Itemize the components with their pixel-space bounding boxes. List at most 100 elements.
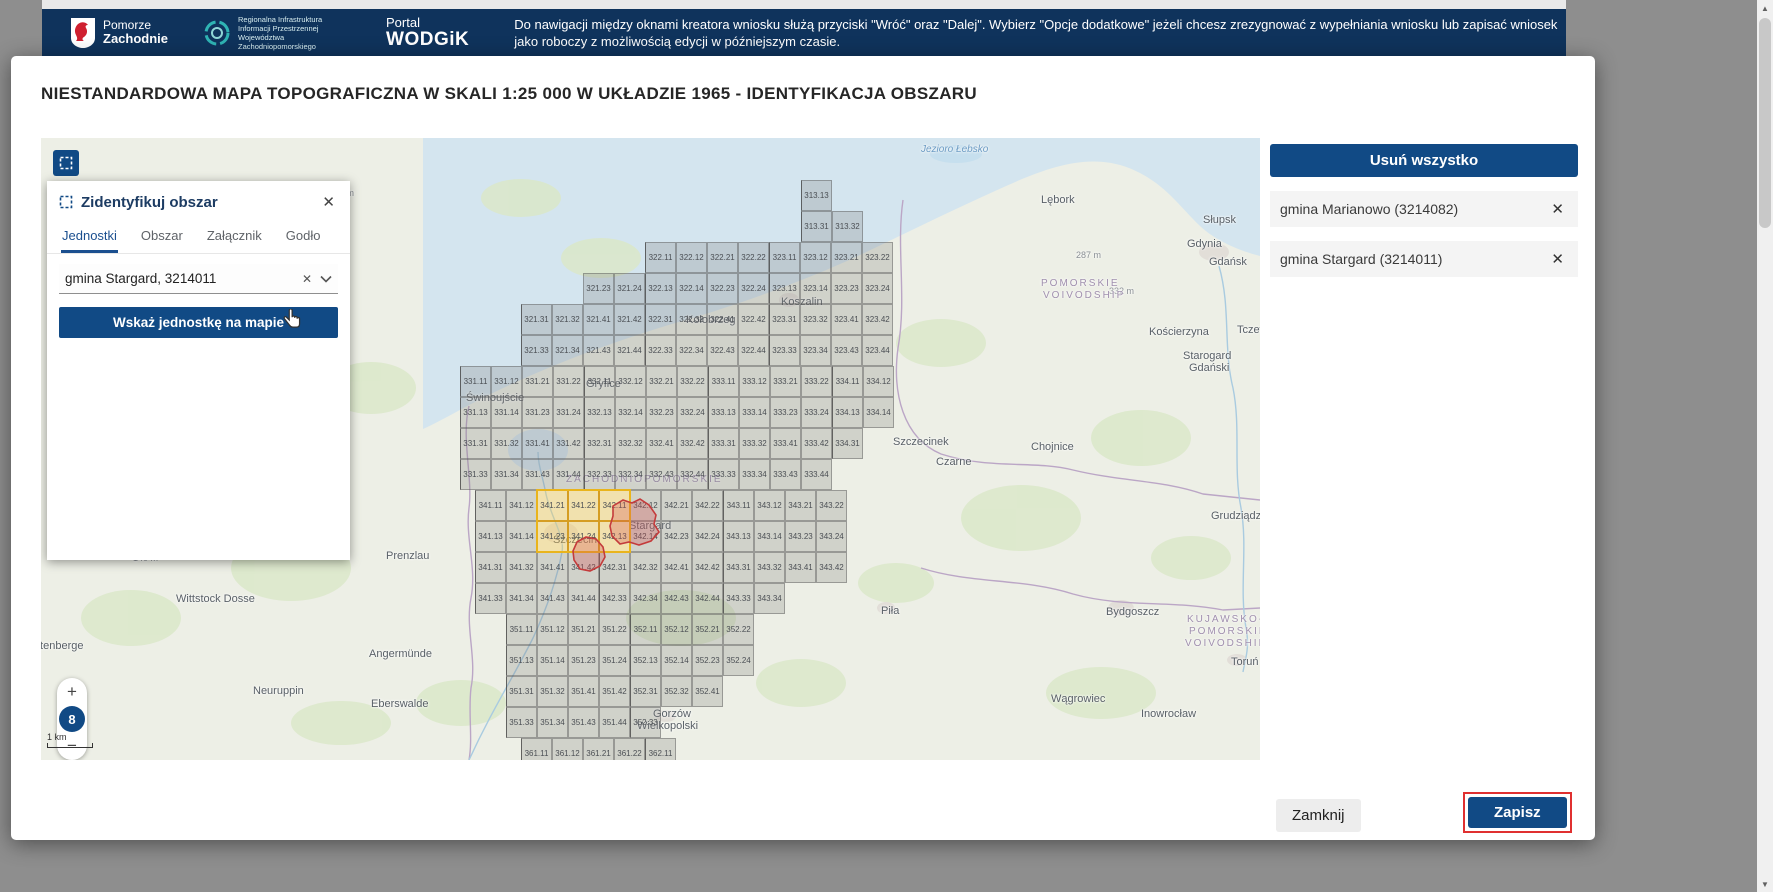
grid-cell[interactable]: 342.44 (692, 583, 723, 614)
grid-cell[interactable]: 313.31 (801, 211, 832, 242)
remove-item-icon[interactable]: ✕ (1547, 198, 1568, 220)
grid-cell[interactable]: 323.41 (831, 304, 862, 335)
grid-cell[interactable]: 323.14 (800, 273, 831, 304)
grid-cell[interactable]: 331.44 (553, 459, 584, 490)
grid-cell[interactable]: 332.23 (646, 397, 677, 428)
grid-cell[interactable]: 352.31 (630, 676, 661, 707)
grid-cell[interactable]: 343.42 (816, 552, 847, 583)
grid-cell[interactable]: 322.41 (707, 304, 738, 335)
grid-cell[interactable]: 342.31 (599, 552, 630, 583)
grid-cell[interactable]: 323.31 (769, 304, 800, 335)
grid-cell[interactable]: 333.41 (770, 428, 801, 459)
grid-cell[interactable]: 351.34 (537, 707, 568, 738)
grid-cell[interactable]: 352.22 (723, 614, 754, 645)
grid-cell[interactable]: 351.31 (506, 676, 537, 707)
grid-cell[interactable]: 331.13 (460, 397, 491, 428)
page-scrollbar[interactable]: ▲ ▼ (1757, 0, 1773, 892)
grid-cell[interactable]: 342.23 (661, 521, 692, 552)
grid-cell[interactable]: 323.21 (831, 242, 862, 273)
grid-cell[interactable]: 343.33 (723, 583, 754, 614)
grid-cell[interactable]: 331.42 (553, 428, 584, 459)
grid-cell[interactable]: 362.11 (645, 738, 676, 760)
grid-cell[interactable]: 352.12 (661, 614, 692, 645)
map[interactable]: Jezioro ŁebskoLęborkSłupskGdyniaGdańsk28… (41, 138, 1260, 760)
grid-cell[interactable]: 333.22 (801, 366, 832, 397)
grid-cell[interactable]: 342.41 (661, 552, 692, 583)
grid-cell[interactable]: 321.31 (521, 304, 552, 335)
grid-cell[interactable]: 321.24 (614, 273, 645, 304)
grid-cell[interactable]: 333.34 (739, 459, 770, 490)
grid-cell[interactable]: 341.32 (506, 552, 537, 583)
grid-cell[interactable]: 351.14 (537, 645, 568, 676)
grid-cell[interactable]: 321.44 (614, 335, 645, 366)
grid-cell[interactable]: 341.23 (537, 521, 568, 552)
grid-cell[interactable]: 332.34 (615, 459, 646, 490)
grid-cell[interactable]: 351.32 (537, 676, 568, 707)
grid-cell[interactable]: 341.33 (475, 583, 506, 614)
grid-cell[interactable]: 343.24 (816, 521, 847, 552)
grid-cell[interactable]: 331.14 (491, 397, 522, 428)
grid-cell[interactable]: 351.42 (599, 676, 630, 707)
grid-cell[interactable]: 333.44 (801, 459, 832, 490)
grid-cell[interactable]: 323.23 (831, 273, 862, 304)
grid-cell[interactable]: 343.23 (785, 521, 816, 552)
grid-cell[interactable]: 331.34 (491, 459, 522, 490)
grid-cell[interactable]: 343.32 (754, 552, 785, 583)
grid-cell[interactable]: 342.22 (692, 490, 723, 521)
grid-cell[interactable]: 321.34 (552, 335, 583, 366)
grid-cell[interactable]: 351.12 (537, 614, 568, 645)
save-button[interactable]: Zapisz (1468, 797, 1567, 828)
grid-cell[interactable]: 341.31 (475, 552, 506, 583)
grid-cell[interactable]: 342.14 (630, 521, 661, 552)
grid-cell[interactable]: 342.42 (692, 552, 723, 583)
grid-cell[interactable]: 342.11 (599, 490, 630, 521)
grid-cell[interactable]: 352.21 (692, 614, 723, 645)
grid-cell[interactable]: 351.22 (599, 614, 630, 645)
grid-cell[interactable]: 332.31 (584, 428, 615, 459)
grid-cell[interactable]: 342.21 (661, 490, 692, 521)
grid-cell[interactable]: 331.23 (522, 397, 553, 428)
grid-cell[interactable]: 322.34 (676, 335, 707, 366)
grid-cell[interactable]: 341.22 (568, 490, 599, 521)
grid-cell[interactable]: 334.11 (832, 366, 863, 397)
grid-cell[interactable]: 341.13 (475, 521, 506, 552)
grid-cell[interactable]: 323.33 (769, 335, 800, 366)
grid-cell[interactable]: 321.43 (583, 335, 614, 366)
clear-icon[interactable]: ✕ (294, 272, 320, 286)
grid-cell[interactable]: 343.22 (816, 490, 847, 521)
grid-cell[interactable]: 322.44 (738, 335, 769, 366)
grid-cell[interactable]: 332.21 (646, 366, 677, 397)
grid-cell[interactable]: 331.43 (522, 459, 553, 490)
grid-cell[interactable]: 313.32 (832, 211, 863, 242)
grid-cell[interactable]: 361.11 (521, 738, 552, 760)
scroll-up-icon[interactable]: ▲ (1757, 0, 1773, 16)
grid-cell[interactable]: 351.11 (506, 614, 537, 645)
grid-cell[interactable]: 341.41 (537, 552, 568, 583)
grid-cell[interactable]: 351.23 (568, 645, 599, 676)
grid-cell[interactable]: 352.14 (661, 645, 692, 676)
grid-cell[interactable]: 343.14 (754, 521, 785, 552)
remove-item-icon[interactable]: ✕ (1547, 248, 1568, 270)
grid-cell[interactable]: 343.13 (723, 521, 754, 552)
grid-cell[interactable]: 333.42 (801, 428, 832, 459)
grid-cell[interactable]: 341.14 (506, 521, 537, 552)
grid-cell[interactable]: 343.41 (785, 552, 816, 583)
grid-cell[interactable]: 343.11 (723, 490, 754, 521)
grid-cell[interactable]: 343.21 (785, 490, 816, 521)
grid-cell[interactable]: 342.32 (630, 552, 661, 583)
grid-cell[interactable]: 331.41 (522, 428, 553, 459)
grid-cell[interactable]: 332.32 (615, 428, 646, 459)
grid-cell[interactable]: 342.34 (630, 583, 661, 614)
grid-cell[interactable]: 352.41 (692, 676, 723, 707)
close-icon[interactable]: ✕ (319, 193, 338, 211)
grid-cell[interactable]: 321.23 (583, 273, 614, 304)
grid-cell[interactable]: 333.33 (708, 459, 739, 490)
grid-cell[interactable]: 333.21 (770, 366, 801, 397)
grid-cell[interactable]: 333.43 (770, 459, 801, 490)
tab-godlo[interactable]: Godło (285, 223, 322, 253)
grid-cell[interactable]: 341.42 (568, 552, 599, 583)
grid-cell[interactable]: 333.24 (801, 397, 832, 428)
grid-cell[interactable]: 322.42 (738, 304, 769, 335)
grid-cell[interactable]: 321.32 (552, 304, 583, 335)
grid-cell[interactable]: 323.11 (769, 242, 800, 273)
